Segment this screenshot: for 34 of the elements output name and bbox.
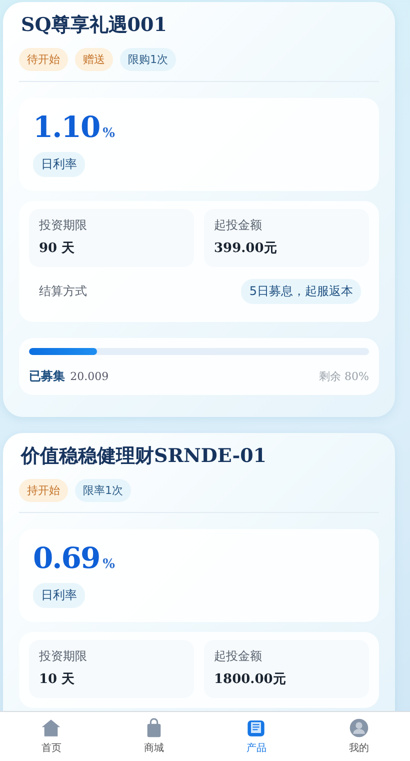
- rate-label: 日利率: [33, 152, 85, 177]
- min-amount-label: 起投金额: [214, 648, 263, 665]
- min-amount-label: 起投金额: [214, 217, 263, 234]
- term-value: 90 天: [39, 240, 76, 257]
- nav-tab[interactable]: 首页: [0, 712, 102, 761]
- nav-tab[interactable]: 产品: [205, 712, 308, 761]
- tag: 赠送: [75, 48, 113, 71]
- min-amount-value: 399.00元: [214, 240, 278, 257]
- rate-unit: %: [102, 557, 115, 572]
- rate-unit: %: [102, 126, 115, 141]
- raised-value: 20.009: [70, 370, 109, 383]
- product-title: 价值稳稳健理财SRNDE-01: [21, 444, 268, 469]
- tag: 持开始: [19, 479, 68, 502]
- tag: 待开始: [19, 48, 68, 71]
- settlement-label: 结算方式: [39, 283, 87, 300]
- tag: 限购1次: [120, 48, 176, 71]
- rate-label: 日利率: [33, 583, 85, 608]
- raised-label: 已募集: [29, 369, 65, 383]
- rate-value: 1.10: [33, 110, 100, 144]
- settlement-value: 5日募息，起服返本: [241, 279, 361, 304]
- person-icon: [348, 718, 369, 738]
- term-label: 投资期限: [39, 217, 88, 234]
- product-title: SQ尊享礼遇001: [21, 13, 168, 38]
- home-icon: [41, 718, 62, 738]
- rate-value: 0.69: [33, 541, 100, 575]
- term-value: 10 天: [39, 671, 76, 688]
- term-label: 投资期限: [39, 648, 88, 665]
- tag: 限率1次: [75, 479, 131, 502]
- product-card[interactable]: SQ尊享礼遇001 待开始 赠送 限购1次 1.10% 日利率 投资期限 90 天 起投金额 399.00元 结算方式 5日募息，起服返本 已募集 20.009 剩余 80%: [3, 2, 395, 417]
- min-amount-value: 1800.00元: [214, 671, 287, 688]
- nav-tab[interactable]: 商城: [102, 712, 205, 761]
- remaining-text: 剩余 80%: [319, 369, 369, 384]
- product-card[interactable]: 价值稳稳健理财SRNDE-01 持开始 限率1次 0.69% 日利率 投资期限 10 天 起投金额 1800.00元: [3, 433, 395, 711]
- nav-tab[interactable]: 我的: [308, 712, 410, 761]
